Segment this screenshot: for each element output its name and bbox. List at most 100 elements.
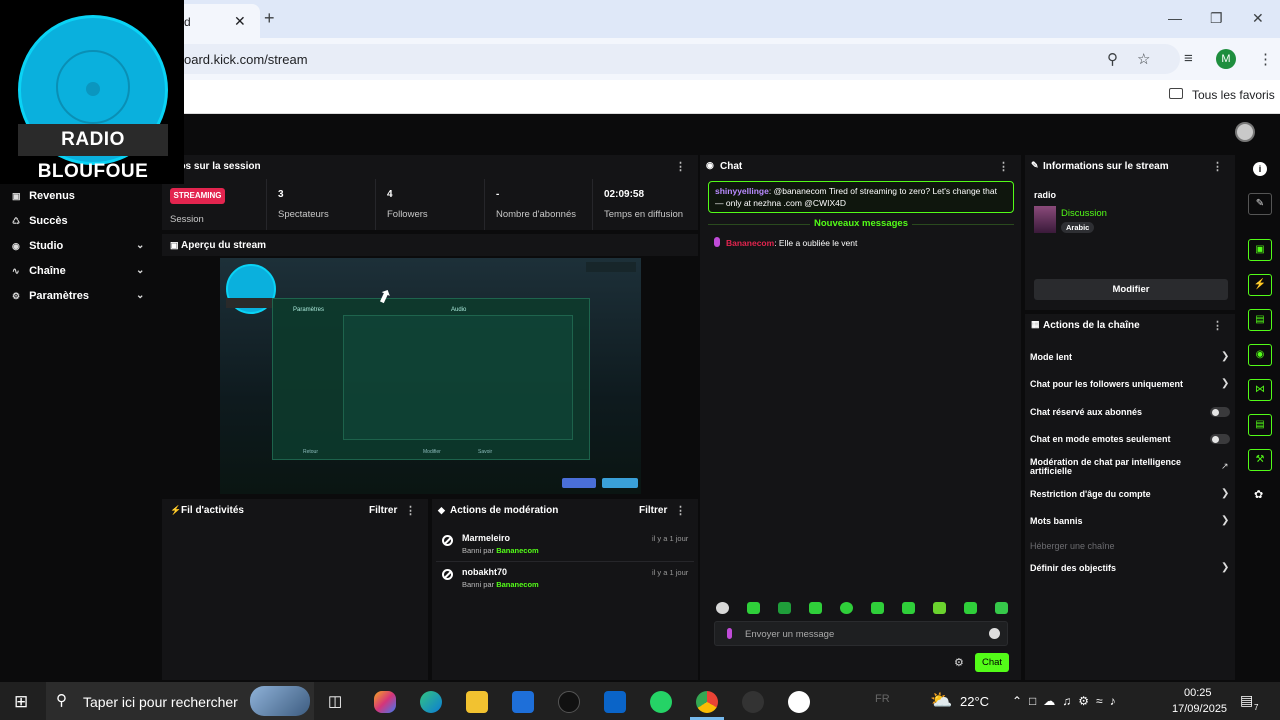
emote-icon[interactable] (747, 602, 760, 614)
restore-icon[interactable]: ❐ (1210, 10, 1223, 27)
profile-avatar[interactable]: M (1216, 49, 1236, 69)
chevron-right-icon[interactable]: ❯ (1221, 515, 1229, 526)
outlook-icon[interactable] (604, 691, 626, 713)
emote-icon[interactable] (964, 602, 977, 614)
stat-divider (592, 179, 593, 230)
mic-badge-icon (727, 628, 732, 639)
chat-username[interactable]: Bananecom (726, 238, 774, 248)
emote-icon[interactable] (809, 602, 822, 614)
new-messages-label[interactable]: Nouveaux messages (708, 218, 1014, 229)
emote-icon[interactable] (716, 602, 729, 614)
stream-category[interactable]: Discussion (1061, 208, 1107, 219)
emote-icon[interactable] (871, 602, 884, 614)
chat-message-input[interactable]: Envoyer un message (714, 621, 1008, 646)
external-link-icon[interactable]: ↗ (1221, 461, 1229, 472)
close-window-icon[interactable]: ✕ (1252, 10, 1264, 27)
chevron-right-icon[interactable]: ❯ (1221, 488, 1229, 499)
reading-list-icon[interactable]: ≡ (1184, 50, 1193, 67)
more-options-icon[interactable]: ⋮ (405, 504, 416, 517)
file-explorer-icon[interactable] (466, 691, 488, 713)
action-ai-moderation[interactable]: Modération de chat par intelligence arti… (1030, 458, 1200, 476)
emotes-only-toggle[interactable] (1210, 434, 1230, 444)
server-icon[interactable]: ▤ (1248, 414, 1272, 436)
temperature[interactable]: 22°C (960, 694, 989, 709)
wrench-icon[interactable]: ⚒ (1248, 449, 1272, 471)
more-options-icon[interactable]: ⋮ (1212, 319, 1223, 332)
system-tray-icons[interactable]: ⌃□☁♫⚙≈♪ (1012, 694, 1123, 708)
more-options-icon[interactable]: ⋮ (675, 160, 686, 173)
clock-time[interactable]: 00:25 (1184, 687, 1212, 699)
chat-icon[interactable]: ◉ (1248, 344, 1272, 366)
preview-settings-window: Paramètres Audio Retour Modifier Savoir (272, 298, 590, 460)
tiktok-icon[interactable] (558, 691, 580, 713)
more-options-icon[interactable]: ⋮ (1212, 160, 1223, 173)
zoom-icon[interactable]: ⚲ (1107, 50, 1118, 68)
chat-username[interactable]: shinyyellinge (715, 186, 769, 196)
emote-icon[interactable] (902, 602, 915, 614)
sidebar-item-revenus[interactable]: ▣ Revenus (12, 190, 75, 202)
kebab-menu-icon[interactable]: ⋮ (1258, 50, 1273, 68)
address-bar[interactable]: oard.kick.com/stream (170, 44, 1180, 74)
info-icon[interactable]: i (1253, 162, 1267, 176)
close-tab-icon[interactable]: ✕ (234, 13, 246, 30)
edit-icon[interactable]: ✎ (1248, 193, 1272, 215)
edit-stream-button[interactable]: Modifier (1034, 279, 1228, 300)
minimize-icon[interactable]: — (1168, 10, 1182, 26)
media-player-icon[interactable] (788, 691, 810, 713)
copilot-icon[interactable] (374, 691, 396, 713)
sidebar-item-parametres[interactable]: ⚙ Paramètres ⌄ (12, 290, 160, 302)
taskbar-search[interactable]: ⚲ Taper ici pour rechercher (46, 682, 314, 720)
plugins-icon[interactable]: ✿ (1254, 488, 1263, 501)
emote-icon[interactable] (933, 602, 946, 614)
chat-message: Bananecom: Elle a oubliée le vent (714, 237, 857, 248)
action-banned-words[interactable]: Mots bannis (1030, 516, 1083, 526)
action-age-restriction[interactable]: Restriction d'âge du compte (1030, 489, 1151, 499)
subscribers-only-toggle[interactable] (1210, 407, 1230, 417)
chrome-icon[interactable] (696, 691, 718, 713)
pinned-chat-message[interactable]: shinyyellinge: @bananecom Tired of strea… (708, 181, 1014, 213)
gear-icon[interactable]: ⚙ (954, 656, 964, 669)
chevron-right-icon[interactable]: ❯ (1221, 562, 1229, 573)
stream-preview-video[interactable]: Paramètres Audio Retour Modifier Savoir (220, 258, 641, 494)
preview-header-left: Paramètres (293, 307, 325, 313)
edge-icon[interactable] (420, 691, 442, 713)
chevron-right-icon[interactable]: ❯ (1221, 378, 1229, 389)
obs-icon[interactable] (742, 691, 764, 713)
star-bookmark-icon[interactable]: ☆ (1137, 50, 1150, 68)
notification-icon[interactable]: ▤ (1240, 692, 1253, 709)
task-view-icon[interactable]: ◫ (328, 692, 342, 710)
broadcast-icon[interactable]: ⋈ (1248, 379, 1272, 401)
chevron-right-icon[interactable]: ❯ (1221, 351, 1229, 362)
weather-icon[interactable]: ⛅ (930, 690, 952, 711)
more-options-icon[interactable]: ⋮ (675, 504, 686, 517)
action-emotes-only: Chat en mode emotes seulement (1030, 434, 1171, 444)
camera-icon[interactable]: ▣ (1248, 239, 1272, 261)
bolt-icon[interactable]: ⚡ (1248, 274, 1272, 296)
send-chat-button[interactable]: Chat (975, 653, 1009, 672)
new-tab-button[interactable]: + (264, 8, 275, 29)
all-bookmarks-link[interactable]: Tous les favoris (1192, 88, 1275, 102)
emote-icon[interactable] (778, 602, 791, 614)
sidebar-item-studio[interactable]: ◉ Studio ⌄ (12, 240, 160, 252)
sidebar-item-succes[interactable]: ♺ Succès (12, 215, 68, 227)
action-followers-only[interactable]: Chat pour les followers uniquement (1030, 379, 1183, 389)
mod-item-user[interactable]: Marmeleiro (462, 533, 510, 543)
mod-item-detail: Banni par Bananecom (462, 580, 539, 589)
clock-date[interactable]: 17/09/2025 (1172, 703, 1227, 715)
filter-button[interactable]: Filtrer (369, 505, 397, 516)
more-options-icon[interactable]: ⋮ (998, 160, 1009, 173)
emote-icon[interactable] (995, 602, 1008, 614)
windows-start-icon[interactable]: ⊞ (14, 692, 28, 712)
folder-icon (1169, 88, 1183, 99)
sidebar-item-chaine[interactable]: ∿ Chaîne ⌄ (12, 265, 160, 277)
emoji-icon[interactable] (989, 628, 1000, 639)
mod-item-user[interactable]: nobakht70 (462, 567, 507, 577)
microsoft-store-icon[interactable] (512, 691, 534, 713)
document-icon[interactable]: ▤ (1248, 309, 1272, 331)
user-avatar[interactable] (1235, 122, 1255, 142)
action-slow-mode[interactable]: Mode lent (1030, 352, 1072, 362)
whatsapp-icon[interactable] (650, 691, 672, 713)
filter-button[interactable]: Filtrer (639, 505, 667, 516)
emote-icon[interactable] (840, 602, 853, 614)
action-set-goals[interactable]: Définir des objectifs (1030, 563, 1116, 573)
